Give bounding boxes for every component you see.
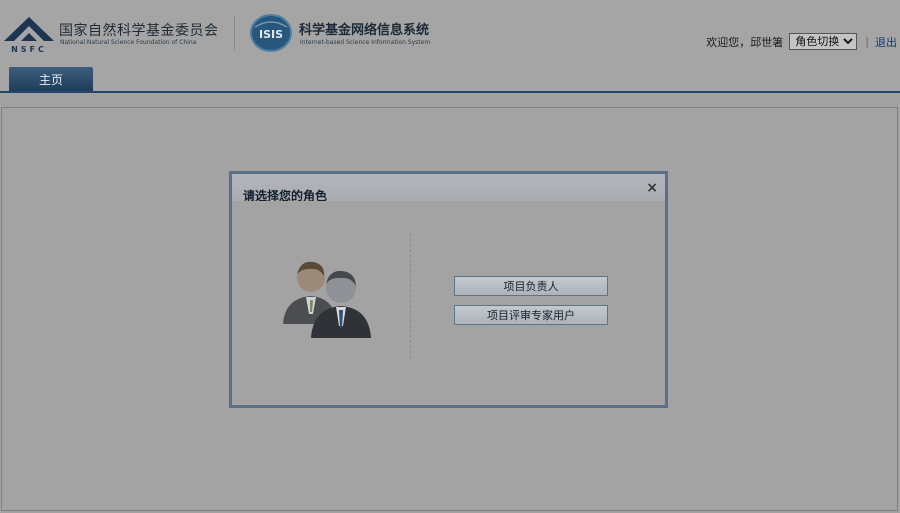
org-name-en: National Natural Science Foundation of C… xyxy=(60,39,197,46)
isis-logo: ISIS xyxy=(250,14,292,52)
header-divider xyxy=(234,16,235,50)
dialog-divider xyxy=(410,234,411,358)
system-name-en: Internet-based Science Information Syste… xyxy=(300,39,431,46)
page-header: NSFC 国家自然科学基金委员会 National Natural Scienc… xyxy=(0,0,900,66)
close-icon[interactable]: × xyxy=(646,180,658,196)
dialog-titlebar: 请选择您的角色 × xyxy=(232,174,665,203)
userbar-separator: | xyxy=(865,35,869,48)
tab-home[interactable]: 主页 xyxy=(9,67,93,91)
system-name-cn: 科学基金网络信息系统 xyxy=(299,23,430,38)
org-name-cn: 国家自然科学基金委员会 xyxy=(59,23,219,39)
role-select-dialog: 请选择您的角色 × 项目负责人 项目评审专家用户 xyxy=(229,171,668,408)
users-icon xyxy=(283,261,371,338)
role-button-project-leader[interactable]: 项目负责人 xyxy=(454,276,608,296)
nsfc-logo-text: NSFC xyxy=(11,45,47,54)
dialog-inner: 请选择您的角色 × 项目负责人 项目评审专家用户 xyxy=(232,174,665,405)
isis-logo-text: ISIS xyxy=(259,28,283,41)
user-bar: 欢迎您，邱世箸 角色切换 | 退出 xyxy=(706,33,897,50)
role-button-review-expert[interactable]: 项目评审专家用户 xyxy=(454,305,608,325)
dialog-body: 项目负责人 项目评审专家用户 xyxy=(235,201,662,402)
tab-bar: 主页 xyxy=(0,66,900,93)
welcome-text: 欢迎您，邱世箸 xyxy=(706,35,784,49)
nsfc-logo: NSFC xyxy=(4,17,54,54)
role-switch-select[interactable]: 角色切换 xyxy=(789,33,858,50)
logout-link[interactable]: 退出 xyxy=(875,34,897,50)
